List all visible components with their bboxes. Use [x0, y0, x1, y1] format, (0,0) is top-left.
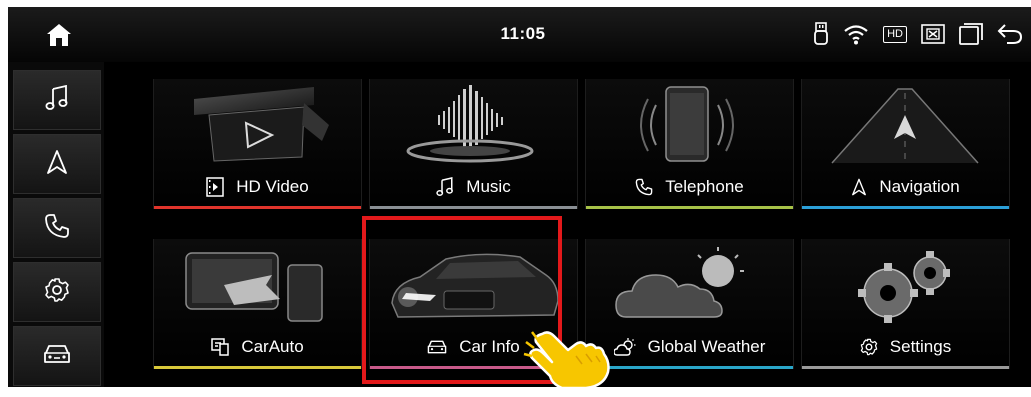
sidebar-item-music[interactable]	[13, 70, 101, 130]
app-label: Navigation	[802, 177, 1009, 197]
phone-icon	[44, 213, 70, 244]
app-label: Telephone	[586, 177, 793, 197]
app-tile-music[interactable]: Music	[369, 79, 578, 209]
status-bar: 11:05 HD	[8, 7, 1031, 62]
app-tile-hd-video[interactable]: HD Video	[153, 79, 362, 209]
navigation-arrow-icon	[851, 178, 867, 196]
app-label-text: HD Video	[236, 177, 309, 196]
app-label-text: CarAuto	[241, 337, 304, 356]
gear-icon	[860, 338, 878, 356]
status-icons: HD	[799, 20, 1023, 48]
accent-line	[370, 206, 577, 209]
app-label-text: Navigation	[879, 177, 960, 196]
sidebar-item-settings[interactable]	[13, 262, 101, 322]
usb-icon	[813, 22, 829, 46]
app-label: CarAuto	[154, 337, 361, 357]
accent-line	[586, 206, 793, 209]
app-label: HD Video	[154, 177, 361, 197]
close-box-icon[interactable]	[921, 24, 945, 44]
gears-illustration	[802, 245, 1009, 325]
video-illustration	[154, 85, 361, 165]
gear-icon	[44, 277, 70, 308]
phone-illustration	[586, 85, 793, 165]
wifi-icon	[843, 23, 869, 45]
app-label-text: Music	[466, 177, 511, 196]
accent-line	[154, 366, 361, 369]
sidebar-item-navigation[interactable]	[13, 134, 101, 194]
music-illustration	[370, 85, 577, 165]
weather-icon	[613, 338, 636, 356]
home-icon[interactable]	[46, 23, 72, 47]
sidebar-item-phone[interactable]	[13, 198, 101, 258]
app-label-text: Global Weather	[647, 337, 766, 356]
app-tile-carauto[interactable]: CarAuto	[153, 239, 362, 369]
accent-line	[802, 366, 1009, 369]
phone-icon	[635, 178, 653, 196]
accent-line	[586, 366, 793, 369]
app-label-text: Telephone	[665, 177, 744, 196]
video-file-icon	[206, 177, 225, 197]
weather-illustration	[586, 245, 793, 325]
car-icon	[43, 343, 71, 370]
app-tile-global-weather[interactable]: Global Weather	[585, 239, 794, 369]
pointing-hand-icon	[522, 328, 614, 390]
app-tile-navigation[interactable]: Navigation	[801, 79, 1010, 209]
carauto-illustration	[154, 245, 361, 325]
sidebar-item-car[interactable]	[13, 326, 101, 386]
navigation-arrow-icon	[46, 149, 68, 180]
accent-line	[154, 206, 361, 209]
hd-icon[interactable]: HD	[883, 25, 907, 43]
clock: 11:05	[500, 24, 546, 43]
accent-line	[802, 206, 1009, 209]
app-label: Global Weather	[586, 337, 793, 357]
music-note-icon	[436, 177, 454, 197]
app-tile-settings[interactable]: Settings	[801, 239, 1010, 369]
app-tile-telephone[interactable]: Telephone	[585, 79, 794, 209]
sidebar	[8, 62, 104, 387]
head-unit-screen: 11:05 HD HD Video Music Telephone Naviga…	[8, 7, 1031, 387]
carauto-icon	[211, 338, 230, 356]
window-icon[interactable]	[959, 23, 983, 45]
music-note-icon	[45, 84, 69, 116]
app-label-text: Settings	[889, 337, 952, 356]
navigation-illustration	[802, 85, 1009, 165]
back-icon[interactable]	[997, 23, 1023, 45]
app-label: Music	[370, 177, 577, 197]
hd-label: HD	[883, 25, 907, 43]
app-label: Settings	[802, 337, 1009, 357]
